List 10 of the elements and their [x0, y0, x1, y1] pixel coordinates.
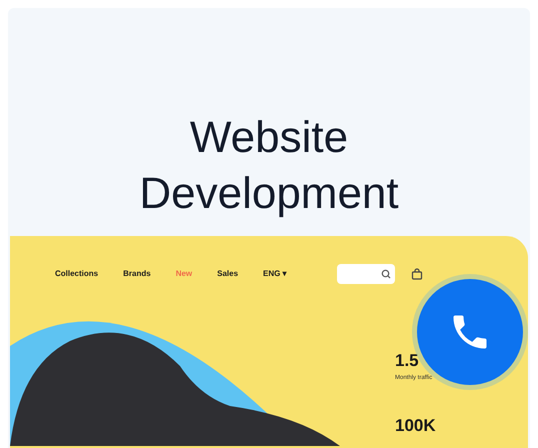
stat-value: 1.5	[395, 350, 420, 372]
search-field[interactable]	[336, 264, 395, 284]
nav-link[interactable]: Collections	[55, 268, 98, 280]
stat-value: 100K	[395, 414, 436, 436]
card-title: Website Development	[138, 112, 400, 220]
nav-link[interactable]: Sales	[217, 268, 238, 280]
search-icon	[380, 269, 391, 279]
nav-link[interactable]: ENG ▾	[263, 268, 287, 280]
bag-icon[interactable]	[410, 268, 423, 280]
nav-link[interactable]: Brands	[123, 268, 151, 280]
